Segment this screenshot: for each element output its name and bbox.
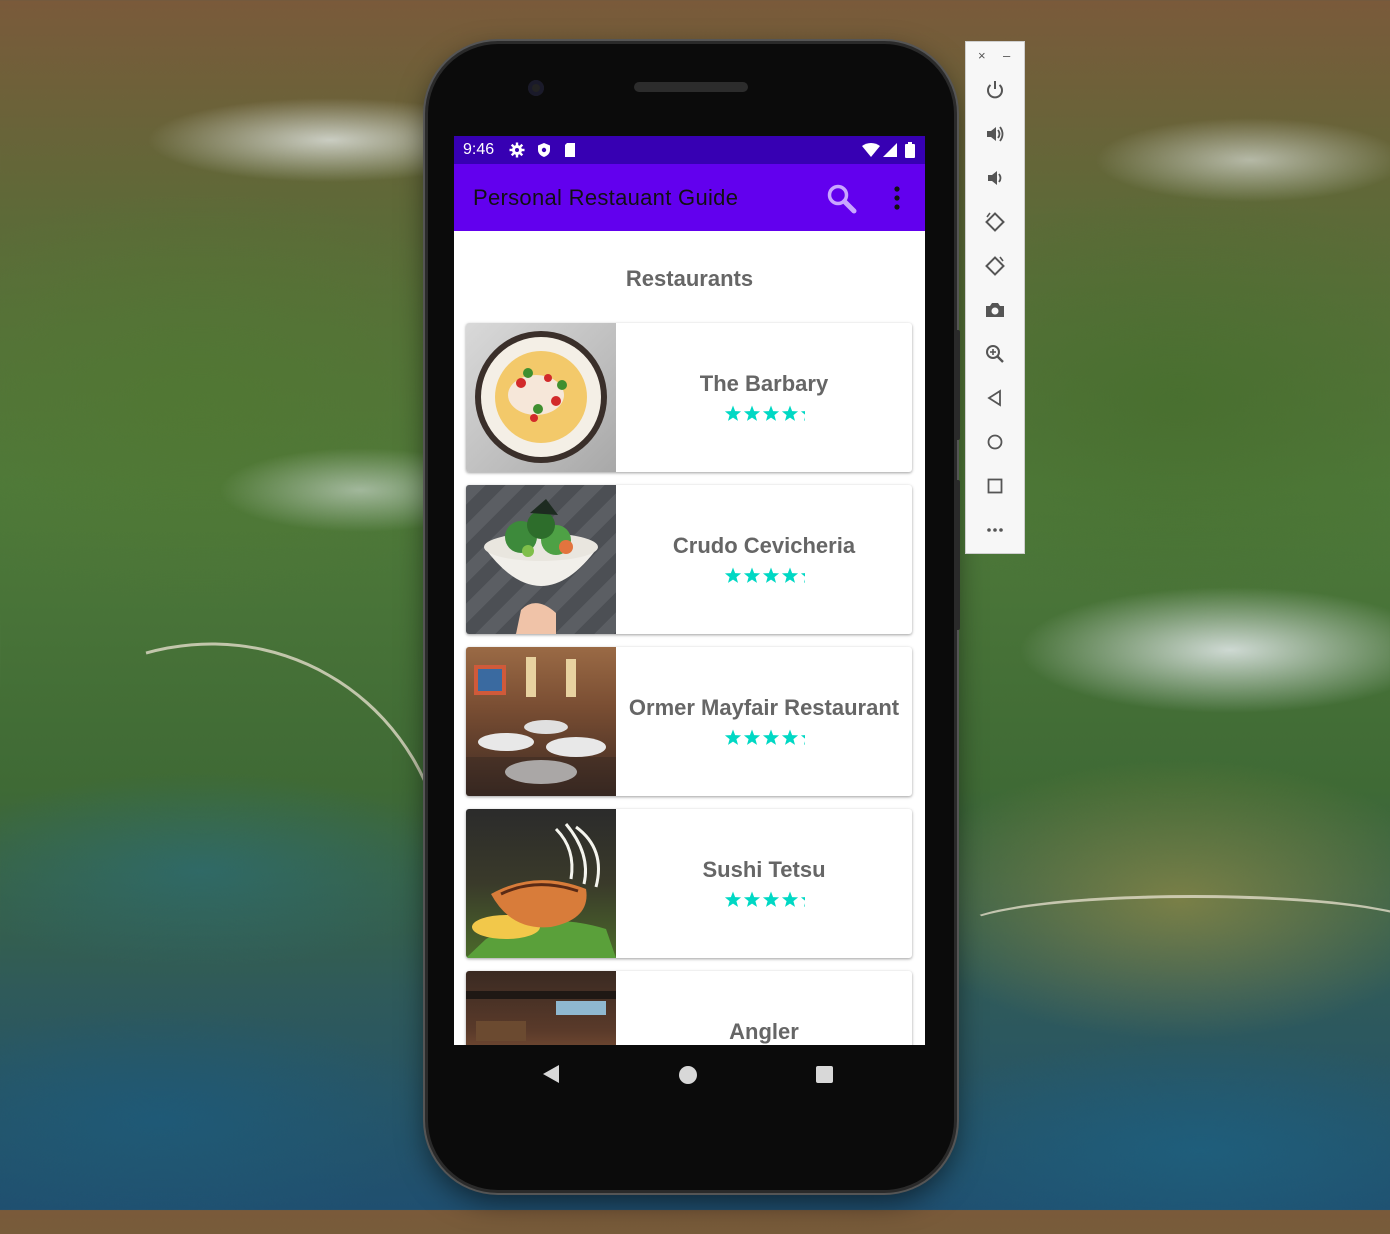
app-title: Personal Restauant Guide [473,185,739,210]
status-bar: 9:46 [454,136,925,164]
star-icon [800,897,805,907]
restaurant-card[interactable]: The Barbary [466,323,912,472]
phone-screen: 9:46 Personal Restauant Guide Restaurant… [454,136,925,1045]
nav-back-icon[interactable] [542,1064,560,1089]
restaurant-photo [466,971,616,1045]
settings-icon [509,142,525,158]
star-icon [800,735,805,745]
star-icon [724,729,742,745]
app-bar: Personal Restauant Guide [454,164,925,231]
restaurant-name: The Barbary [699,371,829,396]
volume-up-icon[interactable] [984,123,1006,145]
more-icon[interactable] [984,519,1006,541]
sd-card-icon [562,142,578,158]
phone-side-button [955,480,960,630]
star-icon [743,729,761,745]
star-icon [743,891,761,907]
restaurant-name: Angler [729,1019,799,1044]
section-title: Restaurants [625,266,754,291]
home-icon[interactable] [984,431,1006,453]
star-icon [743,567,761,583]
status-time: 9:46 [463,141,495,158]
restaurant-name: Crudo Cevicheria [672,533,856,558]
background-road [960,895,1390,961]
emulator-toolbar: × – [965,41,1025,554]
star-icon [781,567,799,583]
camera-icon[interactable] [984,299,1006,321]
star-icon [762,891,780,907]
wifi-icon [862,142,880,158]
rating-stars [724,729,805,745]
star-icon [743,405,761,421]
star-icon [762,405,780,421]
rotate-right-icon[interactable] [984,255,1006,277]
overview-icon[interactable] [984,475,1006,497]
front-camera [528,80,544,96]
star-icon [762,567,780,583]
star-icon [724,567,742,583]
star-icon [781,405,799,421]
rating-stars [724,567,805,583]
restaurant-card[interactable]: Crudo Cevicheria [466,485,912,634]
minimize-icon[interactable]: – [1003,48,1010,63]
volume-down-icon[interactable] [984,167,1006,189]
rating-stars [724,405,805,421]
restaurant-name: Ormer Mayfair Restaurant [628,695,900,720]
shield-icon [536,142,552,158]
zoom-icon[interactable] [984,343,1006,365]
restaurant-photo [466,647,616,796]
star-icon [800,411,805,421]
nav-home-icon[interactable] [679,1066,697,1084]
signal-icon [882,142,898,158]
back-icon[interactable] [984,387,1006,409]
restaurant-card[interactable]: Angler [466,971,912,1045]
star-icon [781,729,799,745]
restaurant-card[interactable]: Sushi Tetsu [466,809,912,958]
rating-stars [724,891,805,907]
star-icon [724,405,742,421]
star-icon [762,729,780,745]
restaurant-photo [466,323,616,472]
phone-side-button [955,330,960,440]
star-icon [724,891,742,907]
close-icon[interactable]: × [978,48,986,63]
restaurant-card[interactable]: Ormer Mayfair Restaurant [466,647,912,796]
star-icon [800,573,805,583]
rotate-left-icon[interactable] [984,211,1006,233]
system-navigation-bar [454,1045,925,1105]
battery-icon [904,142,916,158]
restaurant-photo [466,809,616,958]
nav-recents-icon[interactable] [816,1066,833,1083]
restaurant-photo [466,485,616,634]
power-icon[interactable] [984,79,1006,101]
earpiece-speaker [634,82,748,92]
overflow-menu-icon[interactable] [887,186,907,210]
star-icon [781,891,799,907]
restaurant-name: Sushi Tetsu [702,857,826,882]
search-icon[interactable] [826,183,858,215]
